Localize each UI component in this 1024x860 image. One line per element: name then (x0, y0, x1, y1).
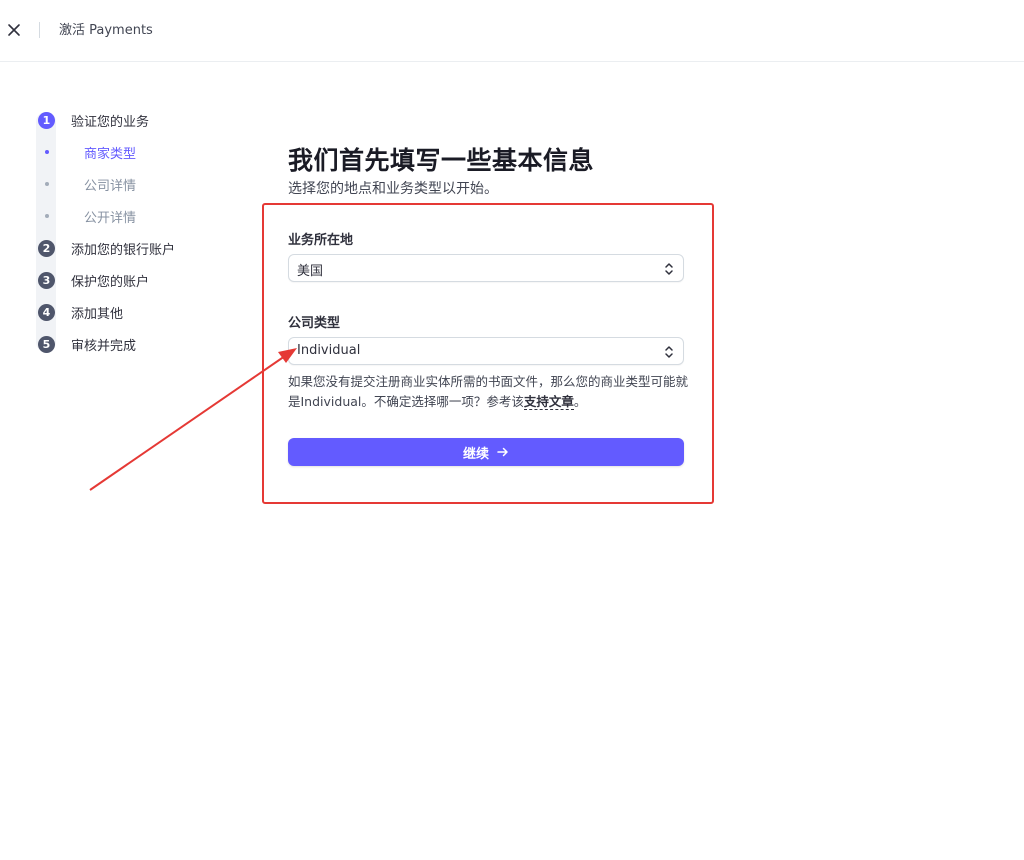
step-label: 保护您的账户 (71, 274, 150, 290)
company-type-value: Individual (297, 343, 361, 358)
location-label: 业务所在地 (288, 233, 354, 248)
chevron-updown-icon (665, 263, 673, 275)
step-secure-account[interactable]: 3 保护您的账户 (38, 270, 149, 290)
step-add-extras[interactable]: 4 添加其他 (38, 302, 123, 322)
location-select[interactable]: 美国 (288, 254, 684, 282)
step-label: 验证您的业务 (71, 114, 150, 130)
page-subtitle: 选择您的地点和业务类型以开始。 (288, 181, 498, 197)
step-label: 审核并完成 (71, 338, 137, 354)
step-number: 2 (38, 239, 55, 257)
close-icon (8, 24, 20, 36)
substep-label: 商家类型 (84, 147, 137, 162)
top-bar: 激活 Payments (0, 0, 1024, 62)
location-value: 美国 (297, 264, 324, 279)
close-button[interactable] (4, 20, 24, 40)
substep-label: 公司详情 (84, 179, 137, 194)
substep-dot (45, 182, 49, 186)
help-text: 如果您没有提交注册商业实体所需的书面文件，那么您的商业类型可能就是Individ… (288, 372, 688, 412)
step-label: 添加您的银行账户 (71, 242, 176, 258)
topbar-title: 激活 Payments (59, 23, 153, 38)
substep-dot (45, 150, 49, 154)
arrow-right-icon (497, 447, 508, 457)
help-text-body: 如果您没有提交注册商业实体所需的书面文件，那么您的商业类型可能就是Individ… (288, 374, 689, 409)
step-bank-account[interactable]: 2 添加您的银行账户 (38, 238, 175, 258)
continue-button[interactable]: 继续 (288, 438, 684, 466)
substep-company-details[interactable]: 公司详情 (38, 174, 136, 194)
substep-business-type[interactable]: 商家类型 (38, 142, 136, 162)
step-number: 3 (38, 271, 55, 289)
step-number: 5 (38, 335, 55, 353)
substep-label: 公开详情 (84, 211, 137, 226)
help-text-suffix: 。 (573, 394, 587, 409)
topbar-divider (39, 22, 40, 38)
step-verify-business[interactable]: 1 验证您的业务 (38, 110, 149, 130)
page-title: 我们首先填写一些基本信息 (288, 146, 595, 175)
substep-public-details[interactable]: 公开详情 (38, 206, 136, 226)
support-article-link[interactable]: 支持文章 (523, 394, 574, 410)
company-type-label: 公司类型 (288, 316, 341, 331)
step-number: 4 (38, 303, 55, 321)
substep-dot (45, 214, 49, 218)
step-label: 添加其他 (71, 306, 124, 322)
continue-label: 继续 (462, 446, 489, 462)
company-type-select[interactable]: Individual (288, 337, 684, 365)
step-number: 1 (38, 111, 55, 129)
chevron-updown-icon (665, 346, 673, 358)
step-review-finish[interactable]: 5 审核并完成 (38, 334, 136, 354)
